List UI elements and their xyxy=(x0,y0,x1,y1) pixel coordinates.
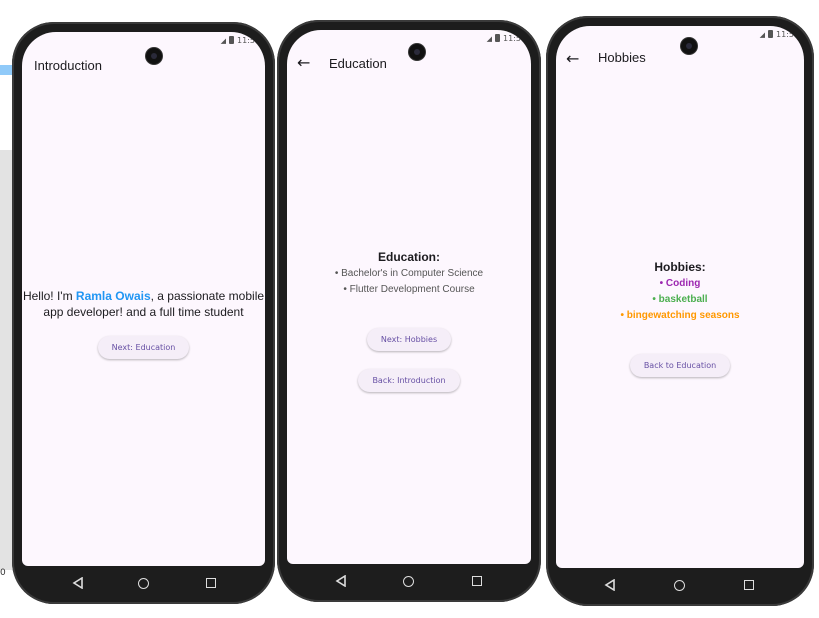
phone-education: ◢ 11:5 ← Education Education: • Bachelor'… xyxy=(277,20,541,602)
nav-home-icon[interactable] xyxy=(674,580,685,591)
hobbies-content: Hobbies: • Coding • basketball • bingewa… xyxy=(556,260,804,377)
nav-recent-icon[interactable] xyxy=(206,578,216,588)
signal-icon: ◢ xyxy=(220,37,227,45)
phone-hobbies: ◢ 11:5 ← Hobbies Hobbies: • Coding • bask… xyxy=(546,16,814,606)
education-item: • Bachelor's in Computer Science xyxy=(334,268,484,279)
battery-icon xyxy=(495,34,501,42)
background-edge-strip xyxy=(0,150,12,570)
intro-paragraph: Hello! I'm Ramla Owais, a passionate mob… xyxy=(22,288,265,320)
hobbies-heading: Hobbies: xyxy=(654,260,706,274)
hobby-item: • basketball xyxy=(652,294,708,305)
next-education-button[interactable]: Next: Education xyxy=(97,336,190,359)
camera-icon xyxy=(681,38,697,54)
nav-back-icon[interactable] xyxy=(72,577,84,589)
nav-home-icon[interactable] xyxy=(138,578,149,589)
back-arrow-icon[interactable]: ← xyxy=(297,53,310,72)
status-time: 11:5 xyxy=(776,30,794,39)
nav-bar xyxy=(277,564,541,602)
nav-back-icon[interactable] xyxy=(604,579,616,591)
appbar-title: Hobbies xyxy=(598,50,646,65)
edge-text: 0 xyxy=(0,568,6,578)
background-edge-accent xyxy=(0,65,12,75)
education-content: Education: • Bachelor's in Computer Scie… xyxy=(287,250,531,392)
education-item: • Flutter Development Course xyxy=(343,284,475,295)
intro-name: Ramla Owais xyxy=(75,289,151,303)
status-time: 11:5 xyxy=(503,34,521,43)
phone-introduction: ◢ 11:5 Introduction Hello! I'm Ramla Owai… xyxy=(12,22,275,604)
signal-icon: ◢ xyxy=(486,35,493,43)
back-arrow-icon[interactable]: ← xyxy=(566,49,579,68)
camera-icon xyxy=(409,44,425,60)
battery-icon xyxy=(229,36,235,44)
screen-introduction: ◢ 11:5 Introduction Hello! I'm Ramla Owai… xyxy=(22,32,265,566)
next-hobbies-button[interactable]: Next: Hobbies xyxy=(366,328,452,351)
back-introduction-button[interactable]: Back: Introduction xyxy=(358,369,460,392)
hobby-item: • bingewatching seasons xyxy=(620,310,740,321)
intro-greeting-line2: app developer! and a full time student xyxy=(43,305,244,319)
status-bar: ◢ 11:5 xyxy=(487,34,521,43)
status-time: 11:5 xyxy=(237,36,255,45)
education-heading: Education: xyxy=(378,250,440,264)
nav-bar xyxy=(12,566,275,604)
nav-back-icon[interactable] xyxy=(335,575,347,587)
status-bar: ◢ 11:5 xyxy=(221,36,255,45)
hobby-item: • Coding xyxy=(659,278,701,289)
camera-icon xyxy=(146,48,162,64)
intro-greeting-post: , a passionate mobile xyxy=(150,289,265,303)
nav-bar xyxy=(546,568,814,606)
nav-recent-icon[interactable] xyxy=(472,576,482,586)
screen-education: ◢ 11:5 ← Education Education: • Bachelor'… xyxy=(287,30,531,564)
status-bar: ◢ 11:5 xyxy=(760,30,794,39)
appbar-title: Education xyxy=(329,56,387,71)
nav-home-icon[interactable] xyxy=(403,576,414,587)
signal-icon: ◢ xyxy=(759,31,766,39)
intro-content: Hello! I'm Ramla Owais, a passionate mob… xyxy=(22,288,265,359)
back-education-button[interactable]: Back to Education xyxy=(629,354,731,377)
intro-greeting: Hello! I'm xyxy=(22,289,76,303)
nav-recent-icon[interactable] xyxy=(744,580,754,590)
battery-icon xyxy=(768,30,774,38)
appbar-title: Introduction xyxy=(34,58,102,73)
screen-hobbies: ◢ 11:5 ← Hobbies Hobbies: • Coding • bask… xyxy=(556,26,804,568)
